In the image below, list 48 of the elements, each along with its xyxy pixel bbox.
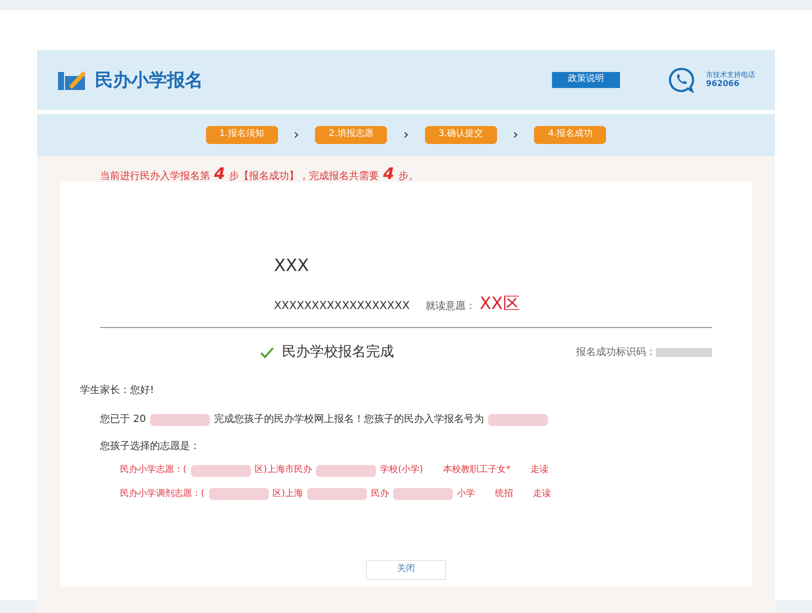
redacted-block	[208, 488, 269, 500]
letter-text: 民办小学志愿：(	[120, 464, 187, 477]
letter-text: 您已于 20	[100, 413, 146, 427]
step-separator: ›	[403, 126, 409, 144]
notice-text: 当前进行民办入学报名第	[100, 170, 210, 184]
letter-text: 小学	[457, 488, 476, 500]
letter-text: 民办	[371, 488, 390, 500]
support-phone: 962066	[706, 79, 740, 90]
greeting-text: 学生家长：您好!	[80, 384, 156, 398]
redacted-block	[150, 414, 210, 426]
choice-category: 统招	[495, 488, 514, 500]
book-pencil-icon	[57, 68, 87, 92]
letter-text: 完成您孩子的民办学校网上报名！您孩子的民办入学报名号为	[214, 412, 484, 427]
choice-mode: 走读	[533, 488, 552, 500]
notice-number: 4	[383, 163, 394, 185]
notice-number: 4	[214, 163, 226, 185]
redacted-block	[393, 488, 454, 500]
redacted-block	[488, 414, 548, 426]
notice-text: 步。	[398, 170, 418, 184]
notice-text: 步【报名成功】，完成报名共需要	[229, 170, 380, 184]
site-title: 民办小学报名	[95, 68, 203, 92]
letter-text: 区)上海	[272, 488, 304, 500]
district-label: 就读意愿：	[426, 300, 476, 314]
choice-category: 本校教职工子女*	[443, 464, 511, 477]
close-button[interactable]: 关闭	[366, 560, 446, 580]
phone-icon	[668, 67, 694, 93]
student-name: XXX	[274, 255, 310, 278]
step-separator: ›	[512, 126, 518, 144]
result-title: 民办学校报名完成	[282, 343, 394, 362]
step-label: 1.报名须知	[206, 126, 278, 144]
redacted-block	[190, 464, 251, 477]
step-label: 2.填报志愿	[315, 126, 388, 144]
district-value: XX区	[480, 292, 520, 316]
step-separator: ›	[294, 126, 300, 144]
redacted-block	[316, 464, 376, 477]
code-label: 报名成功标识码：	[576, 346, 656, 360]
letter-text: 学校(小学)	[380, 464, 424, 477]
letter-text: 民办小学调剂志愿：(	[120, 488, 205, 500]
id-number: XXXXXXXXXXXXXXXXXX	[274, 298, 410, 314]
step-label: 3.确认提交	[424, 126, 497, 144]
step-label: 4.报名成功	[534, 126, 606, 144]
choice-mode: 走读	[530, 464, 549, 477]
choices-intro: 您孩子选择的志愿是：	[100, 440, 201, 454]
redacted-block	[307, 488, 368, 500]
check-icon	[260, 346, 274, 358]
redacted-block	[656, 348, 712, 357]
letter-text: 区)上海市民办	[254, 464, 312, 477]
policy-button[interactable]: 政策说明	[552, 72, 620, 88]
